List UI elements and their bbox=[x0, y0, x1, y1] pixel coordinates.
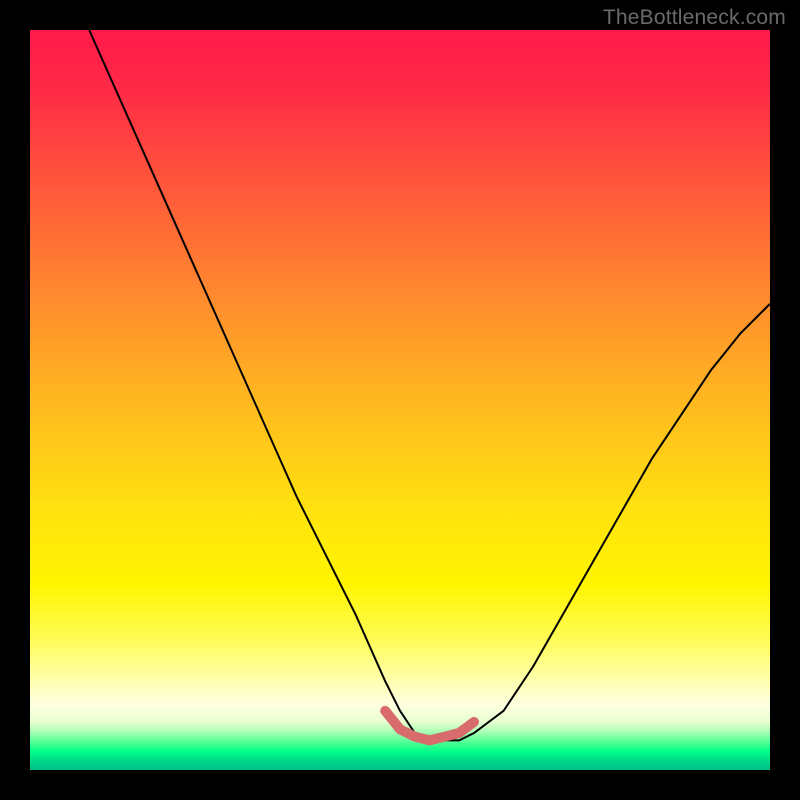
valley-marker bbox=[385, 711, 474, 741]
chart-svg bbox=[30, 30, 770, 770]
watermark-text: TheBottleneck.com bbox=[603, 6, 786, 30]
chart-plot-area bbox=[30, 30, 770, 770]
bottleneck-curve-line bbox=[89, 30, 770, 740]
